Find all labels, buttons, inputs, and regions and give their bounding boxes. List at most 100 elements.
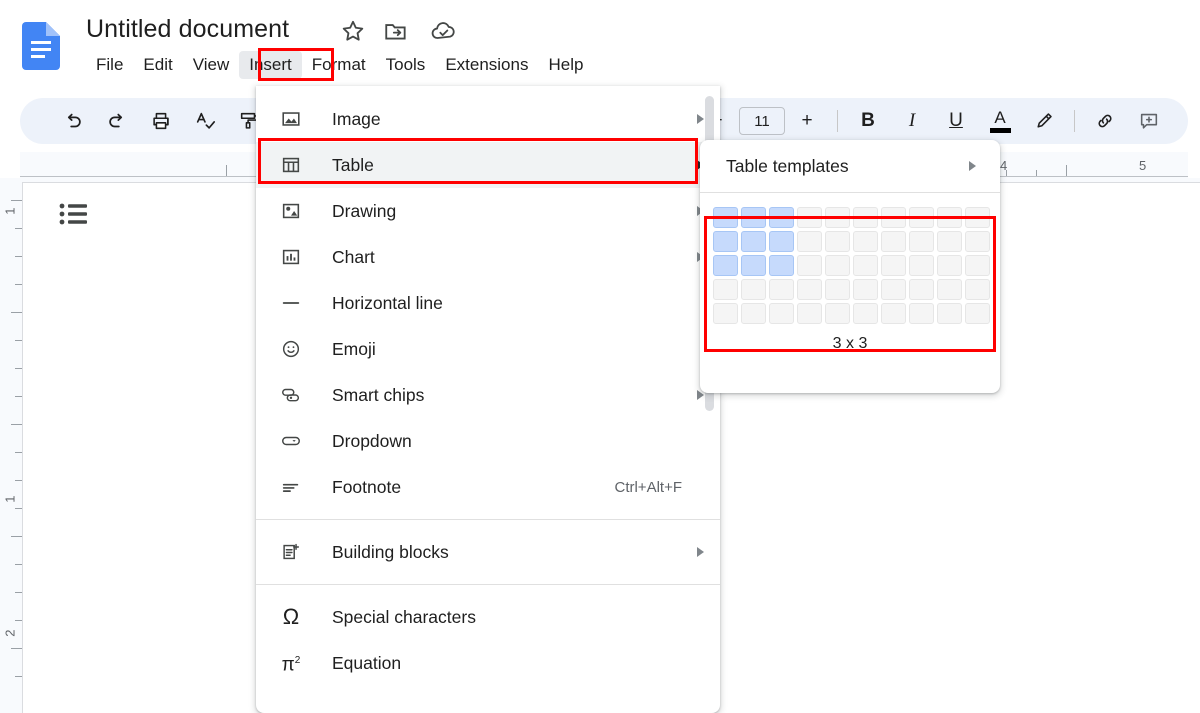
menu-item-drawing[interactable]: Drawing <box>256 188 720 234</box>
table-size-cell[interactable] <box>881 231 906 252</box>
underline-button[interactable]: U <box>939 104 973 138</box>
menu-extensions[interactable]: Extensions <box>435 51 538 79</box>
menu-item-chart[interactable]: Chart <box>256 234 720 280</box>
text-color-button[interactable]: A <box>983 104 1017 138</box>
table-size-cell[interactable] <box>825 279 850 300</box>
title-bar: Untitled document File Edit View Insert … <box>0 0 1200 88</box>
menu-help[interactable]: Help <box>538 51 593 79</box>
menu-format[interactable]: Format <box>302 51 376 79</box>
menu-item-label: Footnote <box>332 477 402 497</box>
table-size-cell[interactable] <box>797 255 822 276</box>
table-size-cell[interactable] <box>741 231 766 252</box>
table-size-cell[interactable] <box>797 303 822 324</box>
print-icon[interactable] <box>144 104 178 138</box>
table-size-cell[interactable] <box>853 303 878 324</box>
table-size-cell[interactable] <box>909 231 934 252</box>
menu-file[interactable]: File <box>86 51 133 79</box>
table-size-cell[interactable] <box>825 255 850 276</box>
vruler-tick <box>15 676 22 677</box>
table-size-cell[interactable] <box>853 279 878 300</box>
table-size-cell[interactable] <box>741 255 766 276</box>
move-to-folder-icon[interactable] <box>383 18 409 44</box>
highlight-pen-icon[interactable] <box>1027 104 1061 138</box>
italic-button[interactable]: I <box>895 104 929 138</box>
table-size-cell[interactable] <box>825 231 850 252</box>
menu-item-image[interactable]: Image <box>256 96 720 142</box>
font-size-input[interactable]: 11 <box>739 107 785 135</box>
table-size-cell[interactable] <box>909 303 934 324</box>
ruler-tick <box>1066 165 1067 176</box>
table-size-cell[interactable] <box>937 231 962 252</box>
table-size-cell[interactable] <box>713 279 738 300</box>
table-size-cell[interactable] <box>937 255 962 276</box>
document-title[interactable]: Untitled document <box>86 12 289 46</box>
table-size-cell[interactable] <box>909 255 934 276</box>
table-size-cell[interactable] <box>797 207 822 228</box>
menu-item-horizontal-line[interactable]: Horizontal line <box>256 280 720 326</box>
table-size-cell[interactable] <box>713 231 738 252</box>
table-size-cell[interactable] <box>965 231 990 252</box>
table-size-cell[interactable] <box>769 303 794 324</box>
menu-edit[interactable]: Edit <box>133 51 182 79</box>
table-size-cell[interactable] <box>713 207 738 228</box>
table-size-picker[interactable]: 3 x 3 <box>700 193 1000 353</box>
table-size-cell[interactable] <box>881 303 906 324</box>
menu-view[interactable]: View <box>183 51 240 79</box>
link-icon[interactable] <box>1088 104 1122 138</box>
table-size-cell[interactable] <box>769 231 794 252</box>
add-comment-icon[interactable] <box>1132 104 1166 138</box>
table-size-cell[interactable] <box>881 255 906 276</box>
table-size-cell[interactable] <box>769 255 794 276</box>
undo-icon[interactable] <box>56 104 90 138</box>
bulleted-list-outline-icon[interactable] <box>58 200 90 228</box>
table-size-cell[interactable] <box>881 207 906 228</box>
table-size-cell[interactable] <box>853 207 878 228</box>
google-docs-logo[interactable] <box>22 22 60 70</box>
table-size-cell[interactable] <box>741 207 766 228</box>
table-size-cell[interactable] <box>965 255 990 276</box>
vruler-tick <box>15 620 22 621</box>
text-color-swatch <box>989 128 1011 133</box>
submenu-item-table-templates[interactable]: Table templates <box>700 140 1000 192</box>
menu-item-smart-chips[interactable]: Smart chips <box>256 372 720 418</box>
table-size-cell[interactable] <box>769 279 794 300</box>
menu-insert[interactable]: Insert <box>239 51 302 79</box>
table-size-cell[interactable] <box>797 279 822 300</box>
redo-icon[interactable] <box>100 104 134 138</box>
table-size-cell[interactable] <box>937 279 962 300</box>
star-icon[interactable] <box>340 18 366 44</box>
table-size-cell[interactable] <box>881 279 906 300</box>
table-size-grid[interactable] <box>708 203 992 328</box>
cloud-saved-icon[interactable] <box>430 18 456 44</box>
table-size-cell[interactable] <box>909 279 934 300</box>
table-size-cell[interactable] <box>825 303 850 324</box>
menu-item-special-characters[interactable]: Ω Special characters <box>256 594 720 640</box>
menu-item-dropdown[interactable]: Dropdown <box>256 418 720 464</box>
menu-tools[interactable]: Tools <box>376 51 436 79</box>
table-size-cell[interactable] <box>741 303 766 324</box>
menu-item-footnote[interactable]: Footnote Ctrl+Alt+F <box>256 464 720 510</box>
spellcheck-icon[interactable] <box>188 104 222 138</box>
table-size-cell[interactable] <box>797 231 822 252</box>
table-size-cell[interactable] <box>741 279 766 300</box>
table-size-cell[interactable] <box>853 231 878 252</box>
vertical-ruler[interactable]: 1 1 2 <box>0 178 22 713</box>
table-size-cell[interactable] <box>853 255 878 276</box>
table-size-cell[interactable] <box>965 279 990 300</box>
menu-item-building-blocks[interactable]: Building blocks <box>256 529 720 575</box>
menu-item-emoji[interactable]: Emoji <box>256 326 720 372</box>
menu-item-table[interactable]: Table <box>256 142 720 188</box>
table-size-cell[interactable] <box>825 207 850 228</box>
table-size-cell[interactable] <box>937 303 962 324</box>
table-size-cell[interactable] <box>965 207 990 228</box>
table-size-cell[interactable] <box>713 255 738 276</box>
table-size-cell[interactable] <box>937 207 962 228</box>
table-size-cell[interactable] <box>713 303 738 324</box>
font-size-increase-button[interactable]: + <box>790 104 824 138</box>
bold-button[interactable]: B <box>851 104 885 138</box>
table-size-cell[interactable] <box>965 303 990 324</box>
table-size-cell[interactable] <box>769 207 794 228</box>
menu-item-equation[interactable]: π2 Equation <box>256 640 720 686</box>
table-size-cell[interactable] <box>909 207 934 228</box>
underline-glyph: U <box>949 110 963 131</box>
